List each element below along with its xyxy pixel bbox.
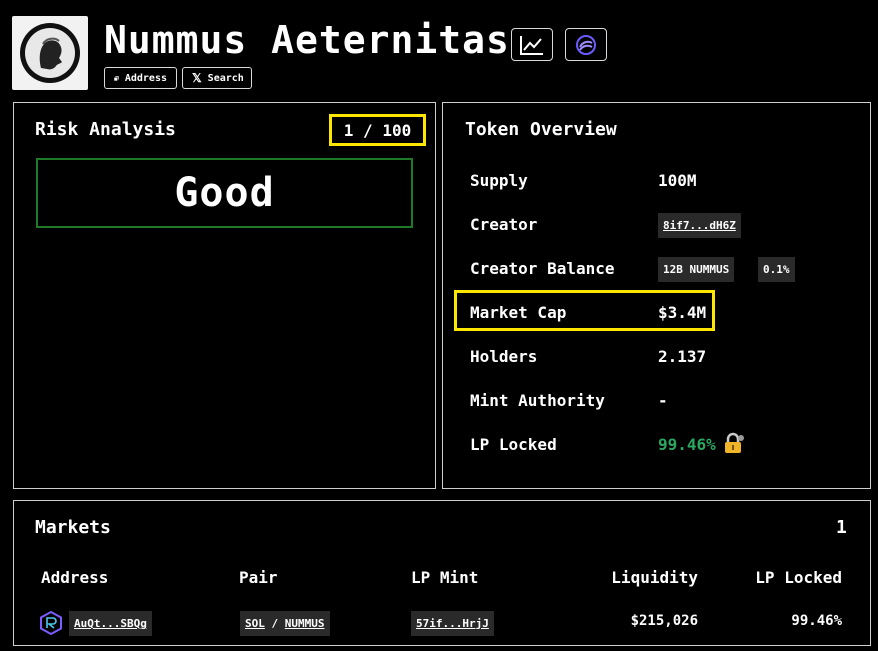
explorer-button[interactable] bbox=[565, 28, 607, 61]
creator-balance-percent: 0.1% bbox=[758, 257, 795, 282]
search-button-label: Search bbox=[207, 72, 244, 84]
liquidity-value: $215,026 bbox=[630, 613, 698, 629]
pair-separator: / bbox=[271, 617, 279, 630]
markets-title: Markets bbox=[35, 517, 111, 538]
market-cap-label: Market Cap bbox=[470, 303, 567, 322]
raydium-icon bbox=[40, 610, 62, 639]
supply-label: Supply bbox=[470, 171, 528, 190]
supply-value: 100M bbox=[658, 171, 697, 190]
column-address: Address bbox=[41, 568, 109, 587]
creator-balance-amount: 12B NUMMUS bbox=[658, 257, 735, 282]
pair-base: SOL bbox=[245, 617, 265, 630]
holders-label: Holders bbox=[470, 347, 538, 366]
chart-line-icon bbox=[520, 35, 543, 55]
column-lp-locked: LP Locked bbox=[755, 568, 842, 587]
token-overview-title: Token Overview bbox=[465, 119, 617, 140]
x-logo-icon: 𝕏 bbox=[192, 71, 202, 85]
search-button[interactable]: 𝕏 Search bbox=[182, 67, 252, 89]
risk-score: 1 / 100 bbox=[329, 114, 426, 146]
lock-icon bbox=[723, 432, 745, 458]
market-lp-locked-value: 99.46% bbox=[791, 613, 842, 629]
risk-rating: Good bbox=[36, 158, 413, 228]
market-address: AuQt...SBQg bbox=[74, 617, 147, 630]
holders-value: 2.137 bbox=[658, 347, 707, 366]
market-cap-value: $3.4M bbox=[658, 303, 707, 322]
mint-authority-value: - bbox=[658, 391, 668, 410]
lp-mint-address: 57if...HrjJ bbox=[416, 617, 489, 630]
creator-address: 8if7...dH6Z bbox=[663, 219, 736, 232]
column-lp-mint: LP Mint bbox=[411, 568, 479, 587]
token-logo bbox=[12, 16, 88, 90]
lp-mint-link[interactable]: 57if...HrjJ bbox=[411, 611, 494, 636]
lp-locked-label: LP Locked bbox=[470, 435, 557, 454]
coin-portrait-icon bbox=[20, 23, 80, 83]
lp-locked-value: 99.46% bbox=[658, 435, 716, 454]
address-button[interactable]: Address bbox=[104, 67, 177, 89]
creator-address-link[interactable]: 8if7...dH6Z bbox=[658, 213, 741, 238]
column-pair: Pair bbox=[239, 568, 278, 587]
creator-balance-label: Creator Balance bbox=[470, 259, 615, 278]
market-address-link[interactable]: AuQt...SBQg bbox=[69, 611, 152, 636]
column-liquidity: Liquidity bbox=[611, 568, 698, 587]
address-button-label: Address bbox=[124, 72, 167, 84]
risk-analysis-title: Risk Analysis bbox=[35, 119, 176, 140]
mint-authority-label: Mint Authority bbox=[470, 391, 605, 410]
markets-count: 1 bbox=[836, 517, 847, 538]
pair-quote: NUMMUS bbox=[284, 617, 325, 630]
chart-button[interactable] bbox=[511, 28, 553, 61]
creator-label: Creator bbox=[470, 215, 538, 234]
copy-icon bbox=[114, 75, 119, 81]
token-title: Nummus Aeternitas bbox=[104, 18, 510, 62]
solscan-icon bbox=[576, 34, 596, 55]
pair-chip[interactable]: SOL / NUMMUS bbox=[240, 611, 330, 636]
